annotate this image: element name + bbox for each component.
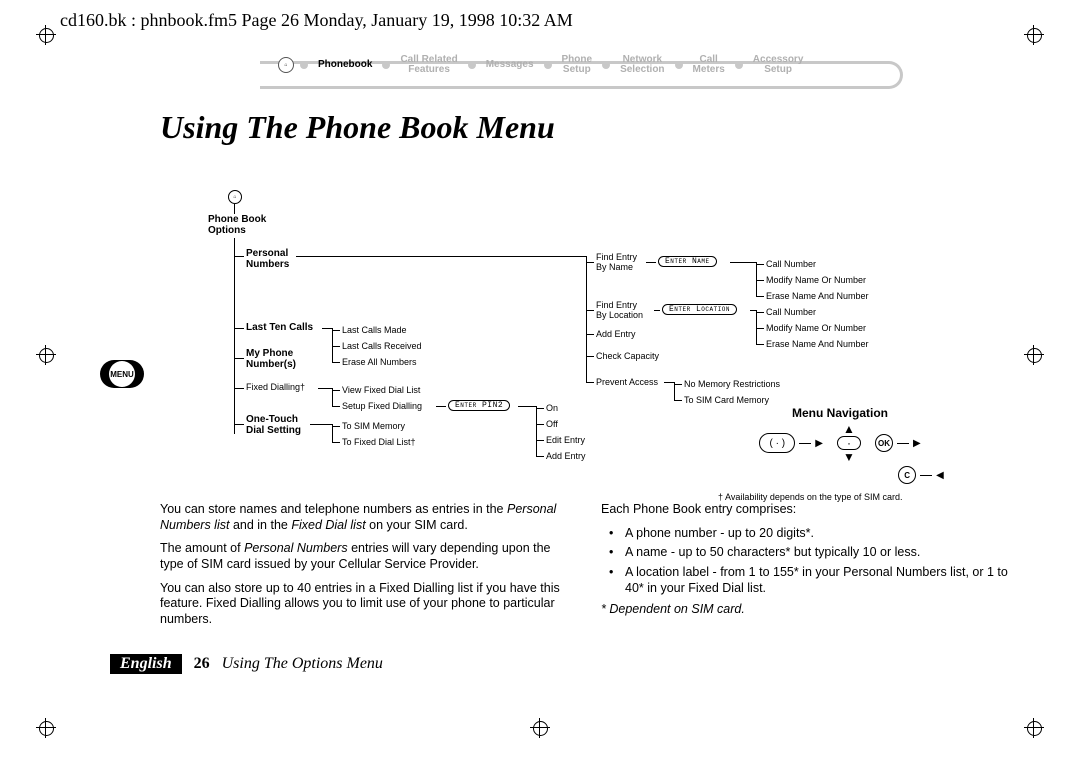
tree-to-sim-memory: To SIM Memory: [342, 421, 405, 431]
p3: You can also store up to 40 entries in a…: [160, 581, 569, 628]
tree-view-fixed-list: View Fixed Dial List: [342, 385, 420, 395]
nav-network-selection: NetworkSelection: [620, 55, 664, 75]
chip-enter-location: Enter Location: [662, 304, 737, 315]
nav-call-related: Call RelatedFeatures: [400, 55, 457, 75]
menu-navigation-box: Menu Navigation ( · ) ▶ ▲·▼ OK ▶ C ▶ † A…: [710, 406, 970, 502]
page-footer: English 26 Using The Options Menu: [110, 654, 383, 674]
tree-loc-call-number: Call Number: [766, 307, 816, 317]
scroll-key-icon: ( · ): [759, 433, 795, 453]
chip-enter-pin2: Enter PIN2: [448, 400, 510, 411]
nav-accessory-setup: AccessorySetup: [753, 55, 804, 75]
p1d: Fixed Dial list: [291, 518, 365, 532]
tree-check-capacity: Check Capacity: [596, 351, 659, 361]
nav-phonebook: Phonebook: [318, 60, 372, 70]
p1c: and in the: [233, 518, 291, 532]
p1a: You can store names and telephone number…: [160, 502, 507, 516]
bullet-2: A name - up to 50 characters* but typica…: [617, 545, 1010, 561]
tree-find-by-name: Find EntryBy Name: [596, 252, 637, 272]
bullet-3: A location label - from 1 to 155* in you…: [617, 565, 1010, 596]
nav-phone-setup: PhoneSetup: [562, 55, 593, 75]
tree-name-call-number: Call Number: [766, 259, 816, 269]
tree-to-sim-card-memory: To SIM Card Memory: [684, 395, 769, 405]
tree-one-touch-dial: One-TouchDial Setting: [246, 414, 301, 436]
footer-language: English: [110, 654, 182, 674]
breadcrumb-nav: ⌂ Phonebook Call RelatedFeatures Message…: [260, 61, 920, 89]
nav-messages: Messages: [486, 60, 534, 70]
tree-erase-all-numbers: Erase All Numbers: [342, 357, 417, 367]
tree-sfd-off: Off: [546, 419, 558, 429]
tree-loc-erase: Erase Name And Number: [766, 339, 869, 349]
tree-find-by-location: Find EntryBy Location: [596, 300, 643, 320]
tree-root-label: Phone BookOptions: [208, 214, 266, 236]
tree-last-ten-calls: Last Ten Calls: [246, 322, 313, 333]
tree-sfd-edit: Edit Entry: [546, 435, 585, 445]
tree-name-modify: Modify Name Or Number: [766, 275, 866, 285]
menu-badge-label: MENU: [109, 361, 135, 387]
chip-enter-name: Enter Name: [658, 256, 717, 267]
p2a: The amount of: [160, 541, 244, 555]
tree-last-calls-received: Last Calls Received: [342, 341, 422, 351]
menu-badge: MENU: [100, 360, 144, 388]
tree-sfd-add: Add Entry: [546, 451, 586, 461]
tree-add-entry: Add Entry: [596, 329, 636, 339]
tree-name-erase: Erase Name And Number: [766, 291, 869, 301]
p1e: on your SIM card.: [369, 518, 468, 532]
home-icon: ⌂: [278, 57, 294, 73]
tree-personal-numbers: PersonalNumbers: [246, 248, 289, 270]
right-intro: Each Phone Book entry comprises:: [601, 502, 1010, 518]
tree-setup-fixed-dialling: Setup Fixed Dialling: [342, 401, 422, 411]
bullet-1: A phone number - up to 20 digits*.: [617, 526, 1010, 542]
tree-loc-modify: Modify Name Or Number: [766, 323, 866, 333]
ok-key-icon: OK: [875, 434, 893, 452]
nav-call-meters: CallMeters: [693, 55, 725, 75]
footer-page-number: 26: [194, 655, 210, 673]
tree-no-memory-restrictions: No Memory Restrictions: [684, 379, 780, 389]
footer-section: Using The Options Menu: [222, 655, 383, 673]
body-text: You can store names and telephone number…: [160, 502, 1010, 635]
c-key-icon: C: [898, 466, 916, 484]
page-title: Using The Phone Book Menu: [160, 109, 1030, 146]
tree-my-phone-numbers: My PhoneNumber(s): [246, 348, 296, 370]
up-down-arrows-icon: ▲·▼: [837, 424, 861, 462]
right-footnote: * Dependent on SIM card.: [601, 602, 745, 616]
tree-fixed-dialling: Fixed Dialling†: [246, 382, 305, 392]
navbox-footnote: † Availability depends on the type of SI…: [710, 492, 970, 502]
p2b: Personal Numbers: [244, 541, 348, 555]
menu-root-icon: ⌂: [228, 190, 242, 204]
navbox-title: Menu Navigation: [710, 406, 970, 420]
doc-header-line: cd160.bk : phnbook.fm5 Page 26 Monday, J…: [60, 10, 1030, 31]
tree-sfd-on: On: [546, 403, 558, 413]
tree-last-calls-made: Last Calls Made: [342, 325, 407, 335]
tree-prevent-access: Prevent Access: [596, 377, 658, 387]
tree-to-fixed-dial-list: To Fixed Dial List†: [342, 437, 416, 447]
